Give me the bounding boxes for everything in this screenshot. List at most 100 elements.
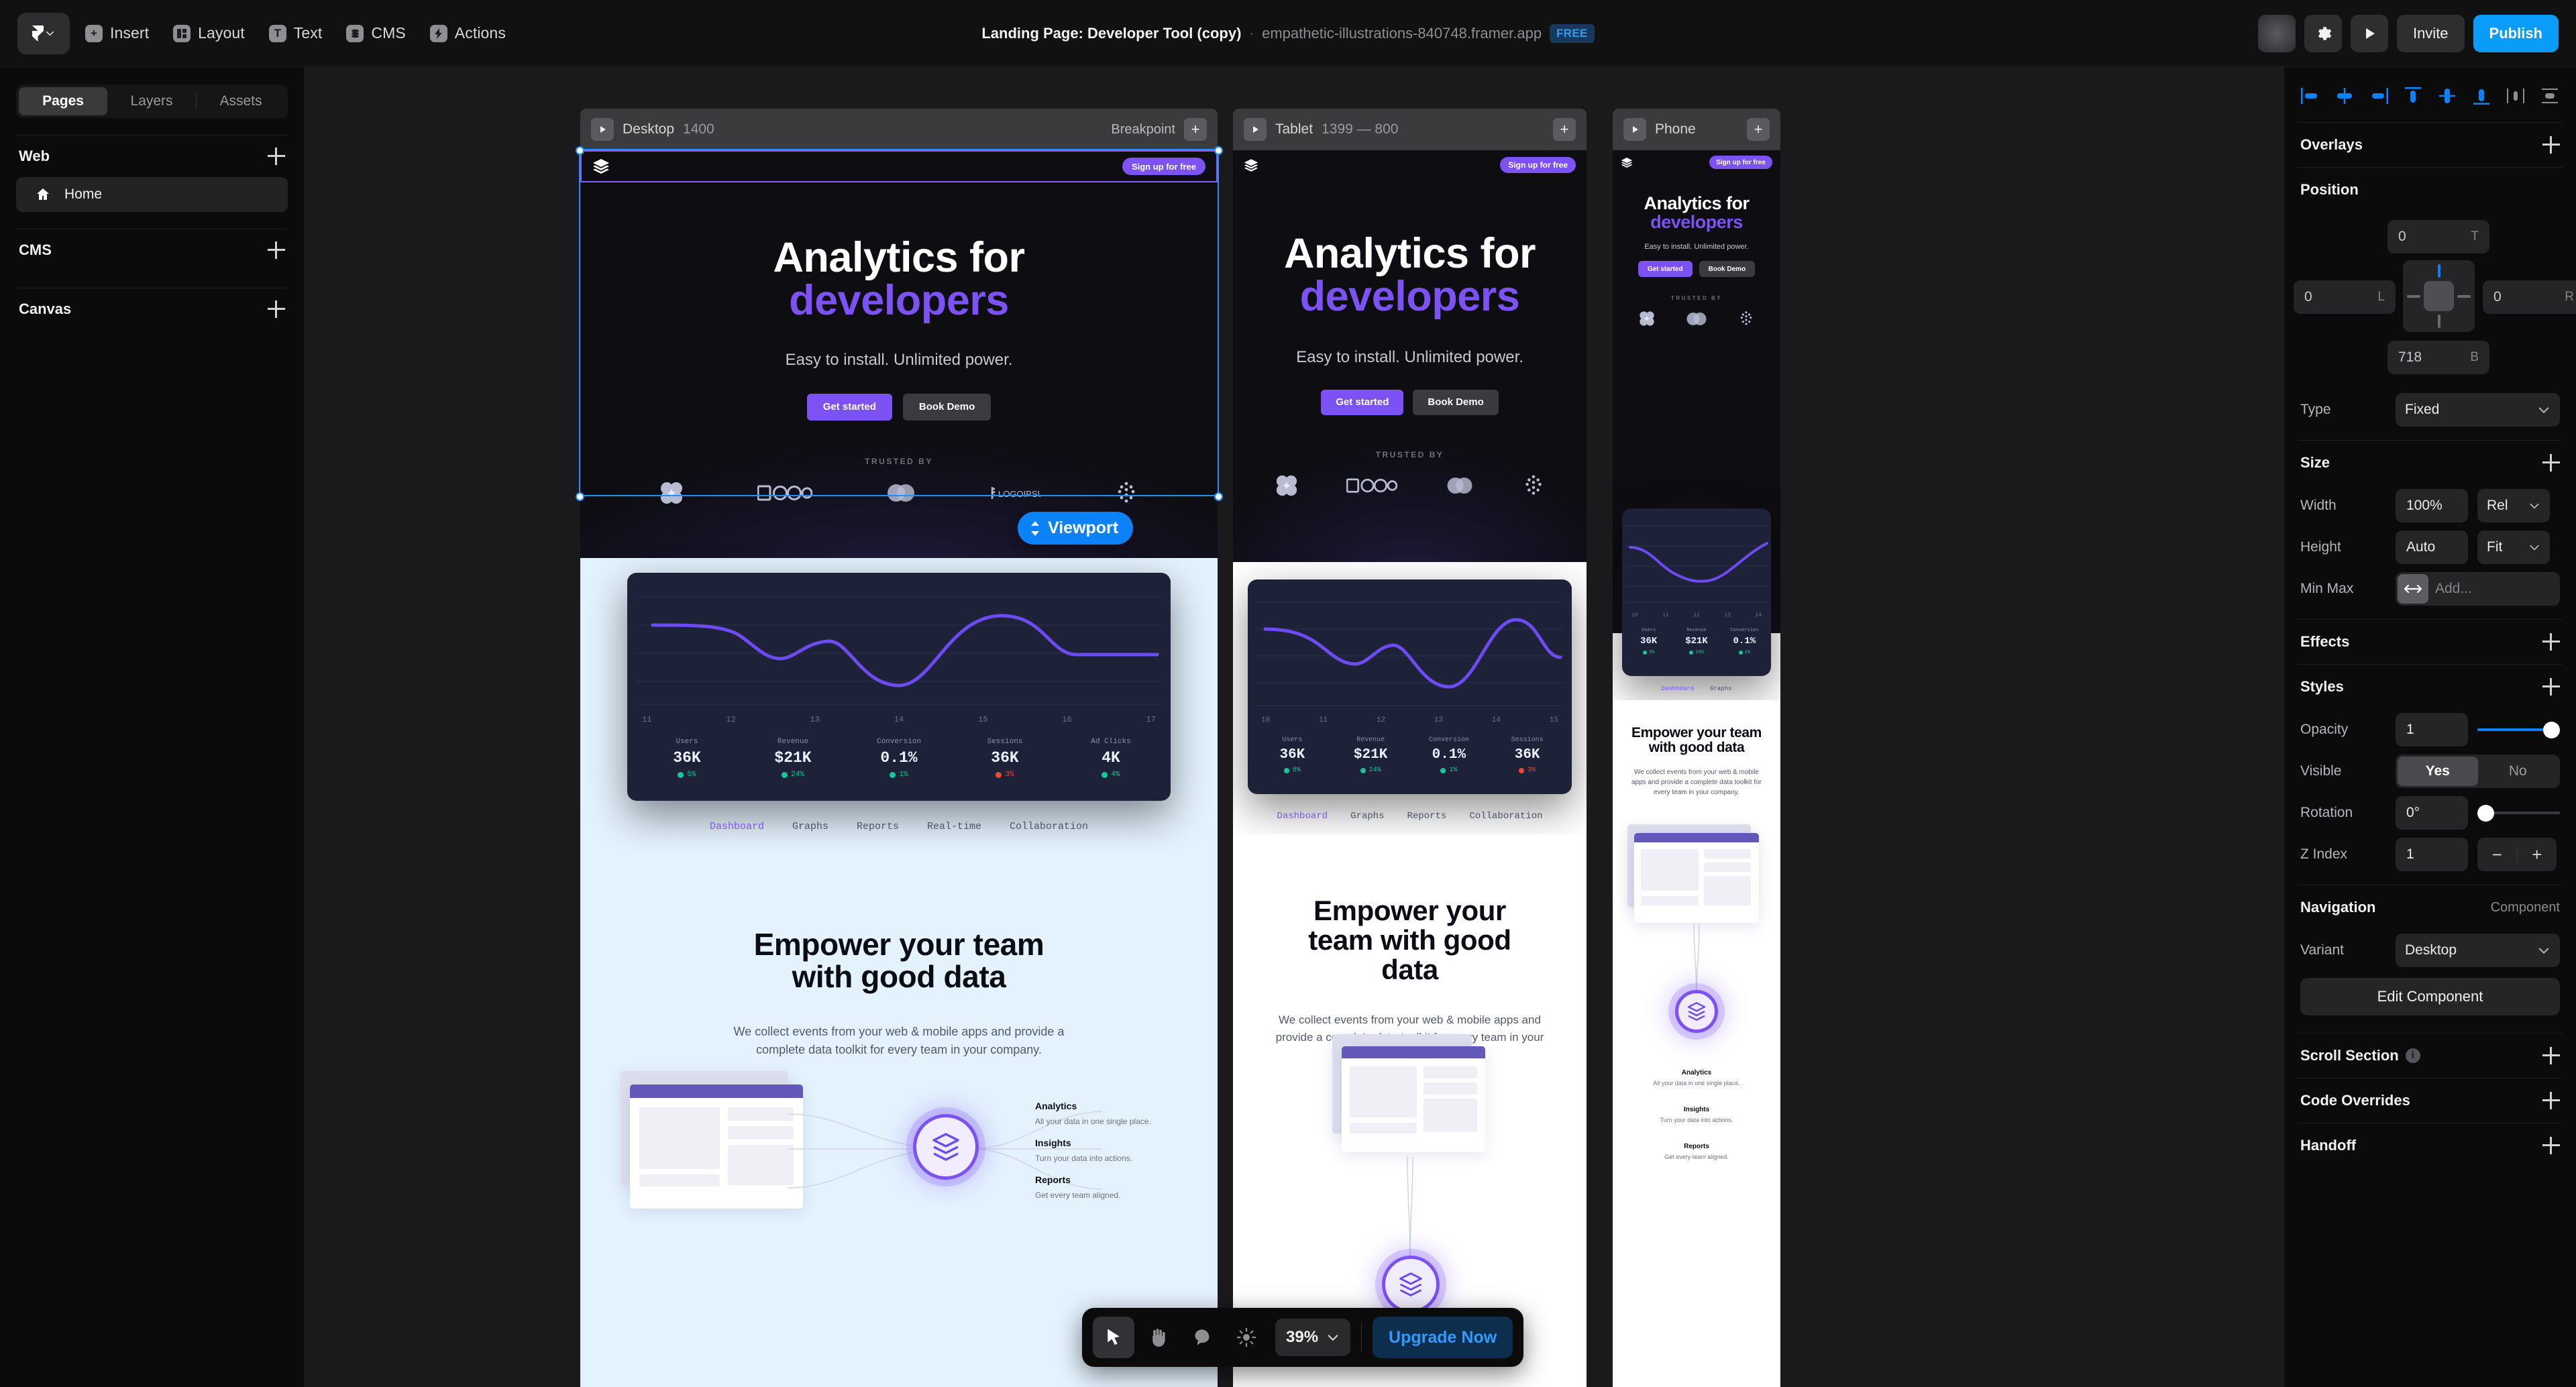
distribute-v-icon[interactable] bbox=[2538, 85, 2561, 107]
add-handoff-button[interactable] bbox=[2542, 1137, 2560, 1154]
edit-component-button[interactable]: Edit Component bbox=[2300, 978, 2560, 1015]
position-bottom-field[interactable]: 718 B bbox=[2387, 341, 2489, 374]
theme-tool[interactable] bbox=[1226, 1317, 1267, 1358]
visible-yes-option[interactable]: Yes bbox=[2398, 757, 2478, 786]
tab-reports[interactable]: Reports bbox=[1407, 811, 1447, 822]
publish-button[interactable]: Publish bbox=[2473, 15, 2559, 52]
zindex-increment-button[interactable]: + bbox=[2518, 844, 2557, 865]
resize-handle-br[interactable] bbox=[1214, 492, 1223, 501]
position-left-field[interactable]: 0 L bbox=[2294, 280, 2396, 314]
zindex-input[interactable]: 1 bbox=[2396, 838, 2468, 871]
minmax-axis-toggle[interactable] bbox=[2398, 574, 2428, 604]
zoom-selector[interactable]: 39% bbox=[1275, 1319, 1351, 1356]
anchor-knob[interactable] bbox=[2424, 281, 2454, 311]
align-bottom-icon[interactable] bbox=[2470, 85, 2493, 107]
rotation-slider[interactable] bbox=[2477, 796, 2560, 830]
minmax-input[interactable]: Add... bbox=[2396, 572, 2560, 606]
opacity-slider[interactable] bbox=[2477, 713, 2560, 746]
get-started-button-tablet[interactable]: Get started bbox=[1321, 389, 1404, 415]
slider-knob[interactable] bbox=[2543, 722, 2560, 738]
position-type-select[interactable]: Fixed bbox=[2396, 393, 2560, 427]
signup-button-tablet[interactable]: Sign up for free bbox=[1500, 157, 1576, 173]
tab-assets[interactable]: Assets bbox=[197, 87, 285, 115]
frame-phone[interactable]: Sign up for free Analytics for developer… bbox=[1613, 150, 1780, 1387]
position-top-field[interactable]: 0 T bbox=[2387, 220, 2489, 254]
viewport-badge[interactable]: Viewport bbox=[1018, 512, 1134, 545]
menu-insert[interactable]: + Insert bbox=[76, 19, 158, 48]
frame-header-tablet[interactable]: Tablet 1399 — 800 + bbox=[1233, 109, 1587, 150]
resize-handle-bl[interactable] bbox=[576, 492, 584, 501]
tab-reports[interactable]: Reports bbox=[857, 821, 899, 832]
visible-no-option[interactable]: No bbox=[2478, 757, 2559, 786]
width-input[interactable]: 100% bbox=[2396, 489, 2468, 522]
tab-collaboration[interactable]: Collaboration bbox=[1010, 821, 1088, 832]
align-center-v-icon[interactable] bbox=[2436, 85, 2459, 107]
add-effect-button[interactable] bbox=[2542, 633, 2560, 651]
variant-select[interactable]: Desktop bbox=[2396, 934, 2560, 967]
signup-button-phone[interactable]: Sign up for free bbox=[1709, 156, 1772, 169]
hand-tool[interactable] bbox=[1137, 1317, 1179, 1358]
height-mode-select[interactable]: Fit bbox=[2477, 531, 2550, 564]
add-breakpoint-button-phone[interactable]: + bbox=[1747, 118, 1770, 141]
tab-pages[interactable]: Pages bbox=[19, 87, 107, 115]
position-anchor-pad[interactable] bbox=[2403, 260, 2475, 332]
align-left-icon[interactable] bbox=[2299, 85, 2322, 107]
opacity-input[interactable]: 1 bbox=[2396, 713, 2468, 746]
book-demo-button-phone[interactable]: Book Demo bbox=[1699, 261, 1756, 278]
comment-tool[interactable] bbox=[1181, 1317, 1223, 1358]
framer-menu-button[interactable] bbox=[17, 12, 70, 54]
preview-button[interactable] bbox=[2350, 15, 2388, 52]
signup-button-desktop[interactable]: Sign up for free bbox=[1122, 158, 1205, 175]
zindex-decrement-button[interactable]: − bbox=[2477, 844, 2517, 865]
tab-realtime[interactable]: Real-time bbox=[927, 821, 981, 832]
cursor-tool[interactable] bbox=[1093, 1317, 1134, 1358]
rotation-input[interactable]: 0° bbox=[2396, 796, 2468, 830]
add-web-page-button[interactable] bbox=[268, 148, 285, 165]
width-mode-select[interactable]: Rel bbox=[2477, 489, 2550, 522]
height-input[interactable]: Auto bbox=[2396, 531, 2468, 564]
align-top-icon[interactable] bbox=[2402, 85, 2424, 107]
settings-button[interactable] bbox=[2304, 15, 2342, 52]
tab-graphs[interactable]: Graphs bbox=[792, 821, 828, 832]
book-demo-button-desktop[interactable]: Book Demo bbox=[902, 393, 991, 421]
distribute-h-icon[interactable] bbox=[2504, 85, 2527, 107]
frame-header-phone[interactable]: Phone + bbox=[1613, 109, 1780, 150]
add-breakpoint-button-desktop[interactable]: + bbox=[1184, 118, 1207, 141]
tab-dashboard[interactable]: Dashboard bbox=[710, 821, 764, 832]
add-code-override-button[interactable] bbox=[2542, 1092, 2560, 1109]
add-canvas-button[interactable] bbox=[268, 300, 285, 318]
tab-graphs[interactable]: Graphs bbox=[1350, 811, 1384, 822]
frame-play-icon[interactable] bbox=[1244, 118, 1267, 141]
menu-actions[interactable]: Actions bbox=[421, 19, 515, 48]
avatar[interactable] bbox=[2257, 15, 2296, 52]
tab-collaboration[interactable]: Collaboration bbox=[1469, 811, 1542, 822]
get-started-button-desktop[interactable]: Get started bbox=[806, 393, 892, 421]
sidebar-item-home[interactable]: Home bbox=[16, 177, 288, 212]
add-size-button[interactable] bbox=[2542, 454, 2560, 471]
resize-handle-tl[interactable] bbox=[576, 146, 584, 155]
info-icon[interactable]: i bbox=[2405, 1048, 2420, 1063]
upgrade-now-button[interactable]: Upgrade Now bbox=[1373, 1317, 1513, 1358]
add-cms-collection-button[interactable] bbox=[268, 241, 285, 259]
add-overlay-button[interactable] bbox=[2542, 136, 2560, 154]
position-right-field[interactable]: 0 R bbox=[2483, 280, 2576, 314]
menu-cms[interactable]: CMS bbox=[337, 19, 414, 48]
frame-header-desktop[interactable]: Desktop 1400 Breakpoint + bbox=[580, 109, 1218, 150]
frame-play-icon[interactable] bbox=[1623, 118, 1646, 141]
frame-play-icon[interactable] bbox=[591, 118, 614, 141]
slider-knob[interactable] bbox=[2477, 805, 2494, 822]
add-scroll-section-button[interactable] bbox=[2542, 1047, 2560, 1064]
frame-desktop[interactable]: Sign up for free Analytics for developer… bbox=[580, 150, 1218, 1387]
align-right-icon[interactable] bbox=[2367, 85, 2390, 107]
get-started-button-phone[interactable]: Get started bbox=[1638, 261, 1693, 278]
frame-tablet[interactable]: Sign up for free Analytics for developer… bbox=[1233, 150, 1587, 1387]
menu-layout[interactable]: Layout bbox=[164, 19, 254, 48]
add-breakpoint-button-tablet[interactable]: + bbox=[1553, 118, 1576, 141]
tab-dashboard[interactable]: Dashboard bbox=[1661, 685, 1694, 692]
resize-handle-tr[interactable] bbox=[1214, 146, 1223, 155]
add-style-button[interactable] bbox=[2542, 678, 2560, 696]
invite-button[interactable]: Invite bbox=[2396, 15, 2465, 52]
align-center-h-icon[interactable] bbox=[2333, 85, 2356, 107]
book-demo-button-tablet[interactable]: Book Demo bbox=[1413, 389, 1499, 415]
tab-graphs[interactable]: Graphs bbox=[1710, 685, 1731, 692]
